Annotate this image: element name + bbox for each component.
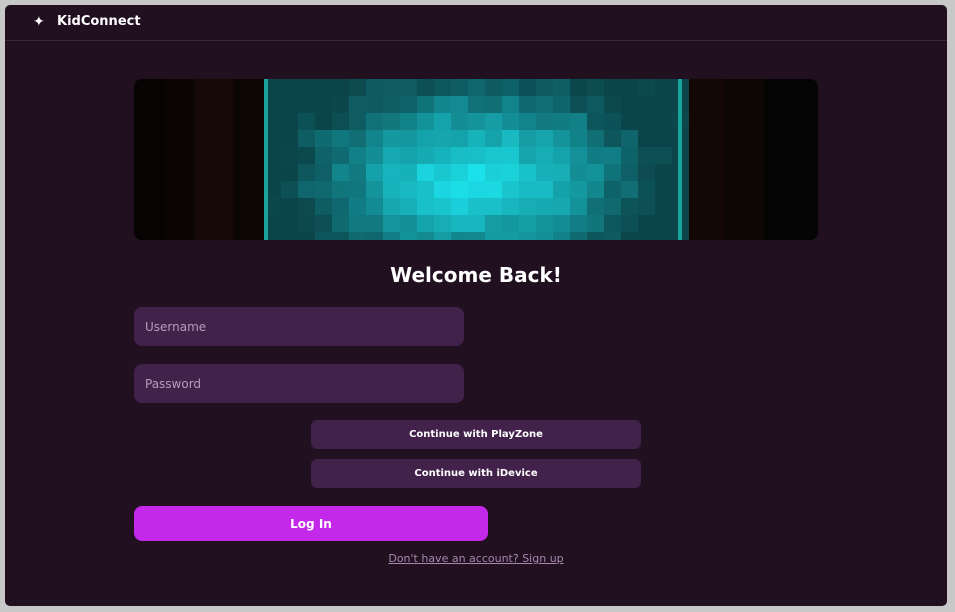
continue-with-idevice-button[interactable]: Continue with iDevice [311, 459, 641, 488]
app-title: KidConnect [57, 14, 141, 29]
top-bar: ✦ KidConnect [5, 5, 947, 41]
continue-with-playzone-button[interactable]: Continue with PlayZone [311, 420, 641, 449]
password-input[interactable] [134, 364, 464, 403]
hero-banner [134, 79, 818, 240]
app-window: ✦ KidConnect Welcome Back! Continue with… [5, 5, 947, 606]
sparkle-icon: ✦ [33, 14, 45, 30]
welcome-heading: Welcome Back! [390, 263, 562, 287]
signup-link[interactable]: Don't have an account? Sign up [5, 552, 947, 565]
hero-image [134, 79, 818, 240]
login-button[interactable]: Log In [134, 506, 488, 541]
username-input[interactable] [134, 307, 464, 346]
